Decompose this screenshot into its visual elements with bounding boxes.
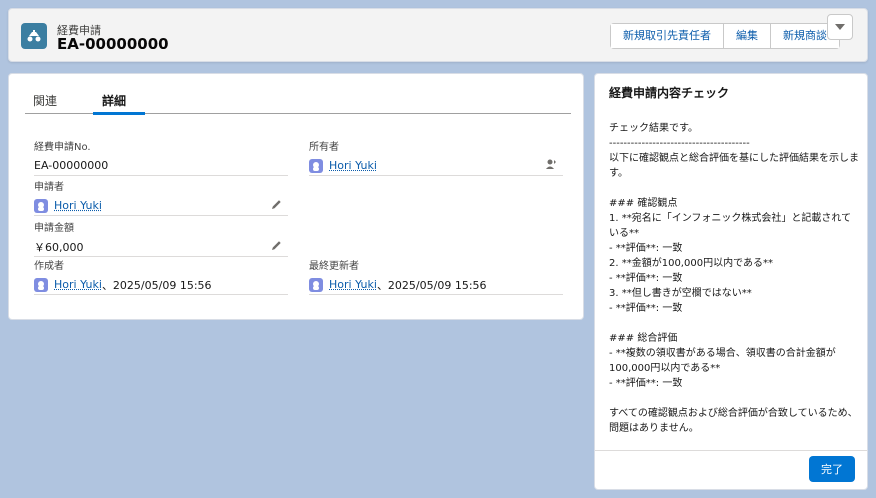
action-button-group: 新規取引先責任者 編集 新規商談 — [610, 23, 840, 49]
field-created-by: 作成者 Hori Yuki 、2025/05/09 15:56 — [34, 257, 288, 295]
field-applicant: 申請者 Hori Yuki — [34, 178, 288, 216]
user-avatar-icon — [34, 277, 48, 292]
field-owner: 所有者 Hori Yuki — [309, 138, 563, 176]
field-label: 経費申請No. — [34, 142, 91, 153]
modified-by-link[interactable]: Hori Yuki — [329, 278, 377, 291]
field-value: ￥60,000 — [34, 237, 288, 257]
field-value: EA-00000000 — [34, 156, 288, 176]
field-modified-by: 最終更新者 Hori Yuki 、2025/05/09 15:56 — [309, 257, 563, 295]
applicant-link[interactable]: Hori Yuki — [54, 199, 102, 212]
field-value: Hori Yuki 、2025/05/09 15:56 — [309, 275, 563, 295]
expense-check-panel: 経費申請内容チェック チェック結果です。 -------------------… — [594, 73, 868, 490]
panel-title: 経費申請内容チェック — [609, 86, 730, 100]
expense-object-icon — [21, 23, 47, 49]
field-amount: 申請金額 ￥60,000 — [34, 219, 288, 257]
tab-bar: 関連 詳細 — [25, 86, 571, 115]
owner-link[interactable]: Hori Yuki — [329, 159, 377, 172]
active-tab-indicator — [93, 112, 145, 115]
modified-date: 、2025/05/09 15:56 — [376, 278, 487, 292]
field-label: 最終更新者 — [309, 261, 359, 272]
chevron-down-icon — [835, 24, 845, 30]
tab-related[interactable]: 関連 — [33, 92, 57, 109]
edit-button[interactable]: 編集 — [724, 24, 771, 48]
done-button[interactable]: 完了 — [809, 456, 855, 482]
amount-value: ￥60,000 — [34, 240, 84, 254]
field-value: Hori Yuki — [34, 196, 288, 216]
record-title: EA-00000000 — [57, 35, 169, 53]
tab-details[interactable]: 詳細 — [102, 92, 126, 109]
new-contact-button[interactable]: 新規取引先責任者 — [611, 24, 724, 48]
check-result-text: チェック結果です。 ------------------------------… — [609, 123, 859, 434]
field-label: 申請者 — [34, 182, 64, 193]
user-avatar-icon — [34, 198, 48, 213]
field-label: 申請金額 — [34, 223, 74, 234]
created-date: 、2025/05/09 15:56 — [101, 278, 212, 292]
record-header: 経費申請 EA-00000000 新規取引先責任者 編集 新規商談 — [8, 8, 868, 62]
field-label: 所有者 — [309, 142, 339, 153]
field-expense-no: 経費申請No. EA-00000000 — [34, 138, 288, 176]
field-value: Hori Yuki — [309, 156, 563, 176]
user-avatar-icon — [309, 158, 323, 173]
edit-pencil-icon[interactable] — [271, 199, 282, 213]
edit-pencil-icon[interactable] — [271, 240, 282, 254]
panel-footer-divider — [595, 450, 867, 451]
expense-no-value: EA-00000000 — [34, 159, 109, 172]
field-label: 作成者 — [34, 261, 64, 272]
record-detail-card: 関連 詳細 経費申請No. EA-00000000 申請者 Hori Yuki … — [8, 73, 584, 320]
change-owner-icon[interactable] — [545, 159, 557, 173]
field-value: Hori Yuki 、2025/05/09 15:56 — [34, 275, 288, 295]
user-avatar-icon — [309, 277, 323, 292]
created-by-link[interactable]: Hori Yuki — [54, 278, 102, 291]
more-actions-button[interactable] — [827, 14, 853, 40]
